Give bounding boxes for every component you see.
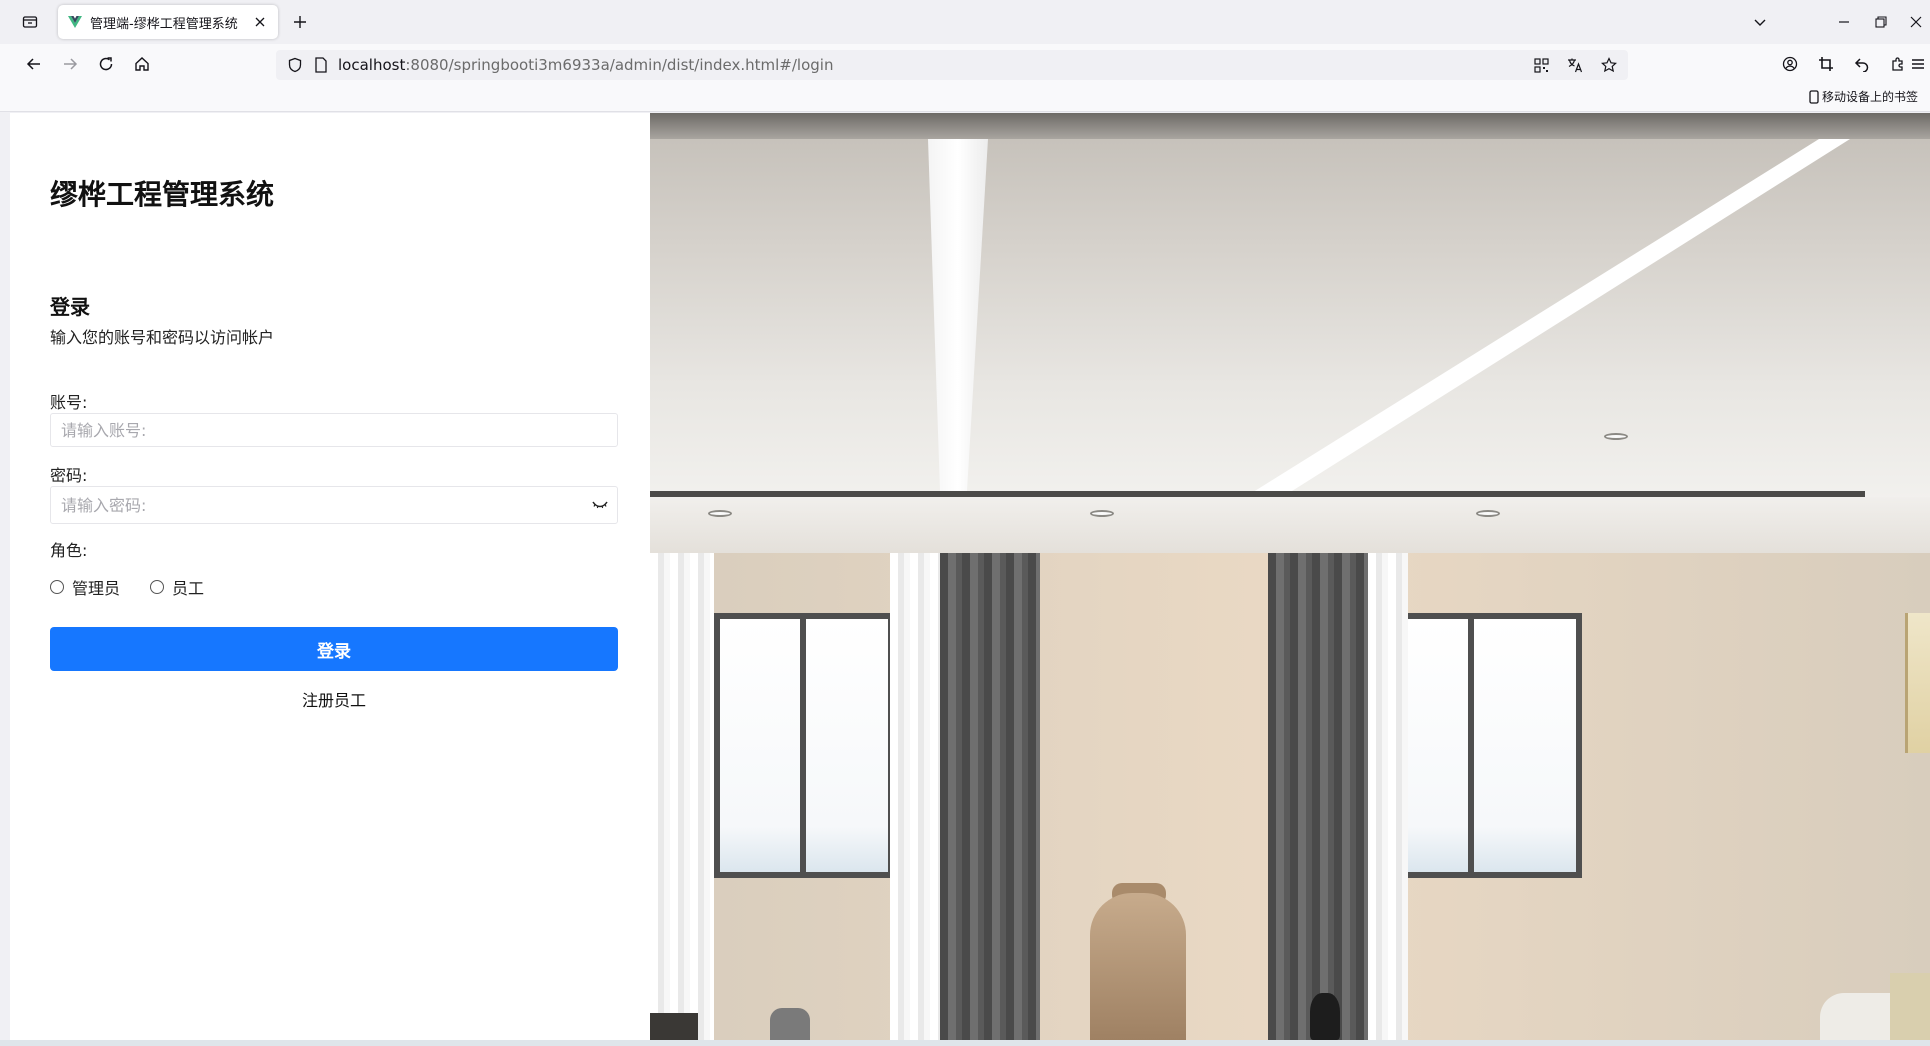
minimize-icon	[1839, 21, 1849, 23]
undo-button[interactable]	[1850, 52, 1874, 76]
account-icon	[1782, 56, 1798, 72]
window-close-icon	[1910, 16, 1922, 28]
role-option-label: 管理员	[72, 579, 121, 598]
bookmarks-toolbar: 移动设备上的书签	[0, 84, 1930, 112]
login-heading: 登录	[50, 295, 90, 319]
back-icon	[26, 58, 40, 70]
login-panel: 缪桦工程管理系统 登录 输入您的账号和密码以访问帐户 账号: 密码: 角色: 管…	[10, 113, 650, 1040]
new-tab-button[interactable]	[288, 10, 312, 34]
forward-button[interactable]	[58, 52, 82, 76]
vue-favicon-icon	[68, 16, 82, 28]
shield-icon[interactable]	[286, 56, 304, 74]
window-bottom-edge	[0, 1040, 1930, 1046]
radio-circle-icon[interactable]	[50, 580, 64, 594]
new-tab-icon	[294, 16, 306, 28]
page-content: 缪桦工程管理系统 登录 输入您的账号和密码以访问帐户 账号: 密码: 角色: 管…	[10, 113, 1930, 1040]
screenshot-button[interactable]	[1814, 52, 1838, 76]
crop-icon	[1819, 57, 1833, 71]
home-button[interactable]	[130, 52, 154, 76]
password-input[interactable]	[50, 486, 618, 524]
role-radio-group: 管理员 员工	[50, 575, 204, 599]
reload-button[interactable]	[94, 52, 118, 76]
reload-icon	[99, 57, 113, 71]
login-subtitle: 输入您的账号和密码以访问帐户	[50, 328, 275, 347]
close-icon	[255, 17, 265, 27]
forward-icon	[64, 58, 78, 70]
qr-code-button[interactable]	[1530, 54, 1552, 76]
role-label: 角色:	[50, 541, 88, 560]
role-option-staff[interactable]: 员工	[150, 575, 204, 599]
system-title: 缪桦工程管理系统	[50, 178, 275, 211]
account-label: 账号:	[50, 393, 88, 412]
list-all-tabs-button[interactable]	[1746, 8, 1774, 36]
login-button[interactable]: 登录	[50, 627, 618, 671]
tab-title: 管理端-缪桦工程管理系统	[90, 16, 238, 32]
password-label: 密码:	[50, 466, 88, 485]
tab-list-button[interactable]	[18, 10, 42, 34]
browser-tab[interactable]: 管理端-缪桦工程管理系统	[58, 5, 278, 39]
role-option-admin[interactable]: 管理员	[50, 575, 120, 599]
undo-icon	[1854, 58, 1869, 72]
translate-button[interactable]	[1564, 54, 1586, 76]
bookmark-star-button[interactable]	[1598, 54, 1620, 76]
tab-bar: 管理端-缪桦工程管理系统	[0, 0, 1930, 44]
account-button[interactable]	[1778, 52, 1802, 76]
restore-icon	[1875, 16, 1887, 28]
extensions-icon	[1892, 57, 1903, 71]
back-button[interactable]	[22, 52, 46, 76]
home-icon	[135, 57, 149, 71]
radio-circle-icon[interactable]	[150, 580, 165, 594]
eye-closed-icon	[592, 501, 608, 509]
window-close-button[interactable]	[1902, 8, 1930, 36]
mobile-bookmarks-folder[interactable]: 移动设备上的书签	[1809, 88, 1918, 105]
translate-icon	[1568, 58, 1583, 73]
window-left-edge	[0, 113, 10, 1040]
qr-code-icon	[1533, 57, 1549, 73]
restore-button[interactable]	[1867, 8, 1895, 36]
address-bar[interactable]: localhost:8080/springbooti3m6933a/admin/…	[276, 50, 1628, 80]
app-menu-button[interactable]	[1906, 52, 1930, 76]
office-background-image	[650, 113, 1930, 1040]
role-option-label: 员工	[172, 579, 205, 598]
tab-list-icon	[22, 16, 38, 28]
menu-icon	[1912, 59, 1924, 69]
page-icon[interactable]	[312, 56, 330, 74]
bookmark-star-icon	[1601, 57, 1617, 73]
tab-close-button[interactable]	[252, 14, 268, 30]
mobile-device-icon	[1809, 89, 1819, 104]
mobile-bookmarks-label: 移动设备上的书签	[1821, 90, 1918, 104]
url-host: localhost	[338, 56, 406, 74]
chevron-down-icon	[1754, 19, 1766, 26]
password-visibility-toggle[interactable]	[590, 498, 610, 512]
url-path: :8080/springbooti3m6933a/admin/dist/inde…	[405, 56, 834, 74]
minimize-button[interactable]	[1830, 8, 1858, 36]
navigation-toolbar: localhost:8080/springbooti3m6933a/admin/…	[0, 44, 1930, 84]
register-link[interactable]: 注册员工	[50, 687, 618, 711]
account-input[interactable]	[50, 413, 618, 447]
